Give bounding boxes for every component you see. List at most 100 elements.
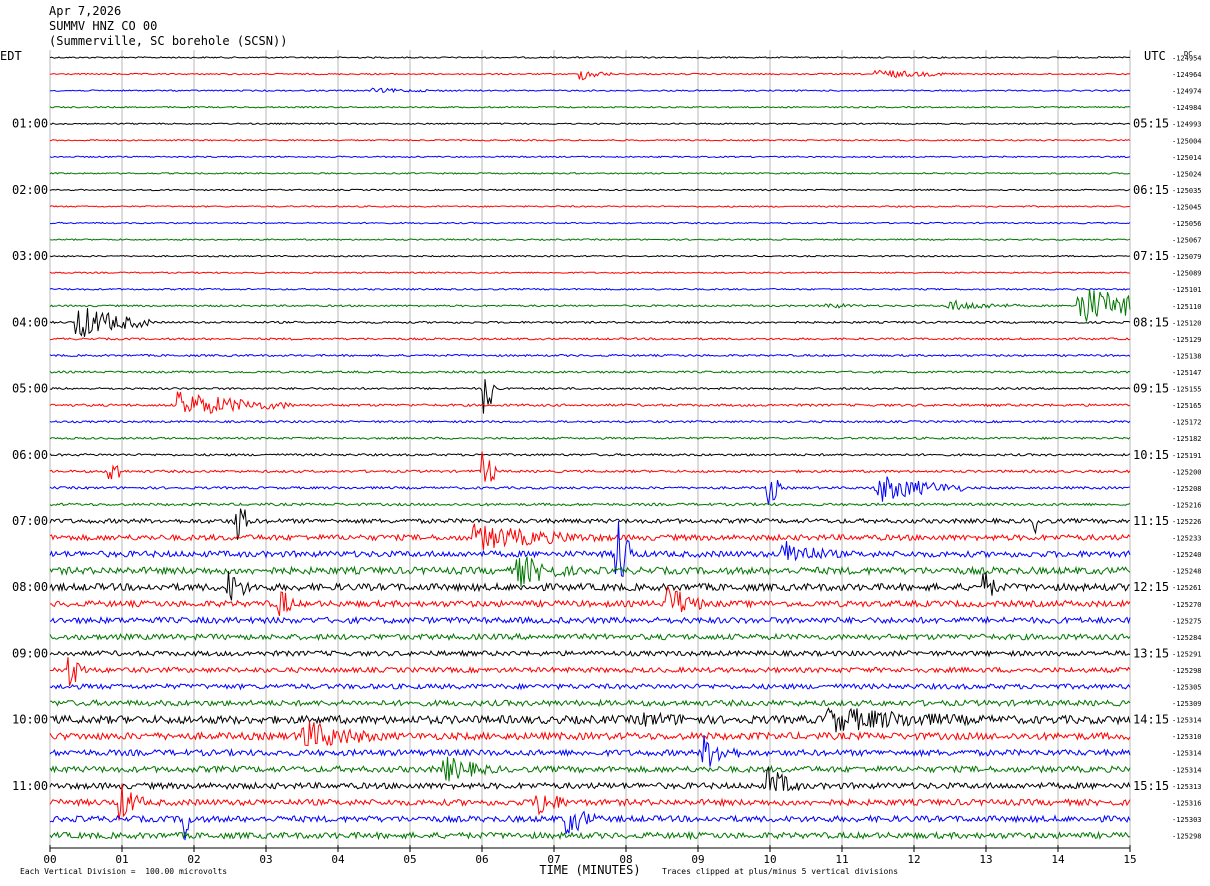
x-axis-title: TIME (MINUTES) [539,863,640,877]
dc-offset-label: -125314 [1172,766,1202,774]
left-hour-label: 09:00 [12,646,48,660]
x-tick-label: 09 [691,853,704,866]
x-tick-label: 06 [475,853,488,866]
dc-offset-label: -125120 [1172,319,1202,327]
left-hour-label: 08:00 [12,580,48,594]
trace-line [49,649,1131,658]
x-tick-label: 02 [187,853,200,866]
trace-line [49,122,1131,126]
vertical-grid [49,50,1131,848]
left-hour-label: 03:00 [12,249,48,263]
dc-offset-label: -125261 [1172,584,1202,592]
dc-label: DC [1184,50,1192,58]
dc-offset-label: -125165 [1172,402,1202,410]
x-tick-label: 15 [1123,853,1136,866]
dc-offset-label: -125079 [1172,253,1202,261]
left-hour-label: 06:00 [12,448,48,462]
dc-offset-label: -125056 [1172,220,1202,228]
trace-line [49,419,1131,424]
dc-offset-label: -125155 [1172,386,1202,394]
seismic-traces [49,56,1131,841]
dc-offset-label: -125172 [1172,419,1202,427]
dc-offset-label: -125233 [1172,535,1202,543]
dc-offset-label: -125316 [1172,799,1202,807]
x-tick-label: 11 [835,853,848,866]
dc-offset-label: -125200 [1172,468,1202,476]
dc-offset-label: -125275 [1172,617,1202,625]
right-hour-label: 14:15 [1133,713,1169,727]
trace-line [49,308,1131,337]
trace-line [49,571,1131,601]
trace-line [49,254,1131,258]
x-tick-label: 01 [115,853,128,866]
right-hour-label: 06:15 [1133,183,1169,197]
dc-offset-label: -125291 [1172,650,1202,658]
x-tick-label: 03 [259,853,272,866]
trace-line [49,87,1131,94]
trace-line [49,451,1131,482]
left-hour-label: 02:00 [12,183,48,197]
trace-line [49,707,1131,733]
trace-line [49,391,1131,414]
dc-offset-label: -124993 [1172,121,1202,129]
dc-offset-label: -125313 [1172,783,1202,791]
left-hour-label: 07:00 [12,514,48,528]
right-hour-label: 12:15 [1133,580,1169,594]
x-tick-label: 00 [43,853,56,866]
trace-line [49,379,1131,414]
left-hour-label: 04:00 [12,315,48,329]
right-hour-label: 08:15 [1133,315,1169,329]
dc-offset-label: -125067 [1172,237,1202,245]
dc-offset-label: -125305 [1172,684,1202,692]
dc-offset-label: -125147 [1172,369,1202,377]
dc-offset-label: -125014 [1172,154,1202,162]
trace-line [49,287,1131,291]
dc-offset-label: -125089 [1172,270,1202,278]
clip-note: Traces clipped at plus/minus 5 vertical … [662,867,899,876]
x-tick-label: 14 [1051,853,1065,866]
dc-offset-label: -125226 [1172,518,1202,526]
trace-line [49,205,1131,208]
trace-line [49,221,1131,225]
right-hour-label: 15:15 [1133,779,1169,793]
dc-offset-label: -125248 [1172,568,1202,576]
dc-offset-label: -125045 [1172,203,1202,211]
dc-offset-label: -124964 [1172,71,1202,79]
dc-offset-label: -125314 [1172,750,1202,758]
dc-offset-label: -125310 [1172,733,1202,741]
dc-offset-label: -125035 [1172,187,1202,195]
trace-line [49,615,1131,625]
dc-offset-label: -125138 [1172,352,1202,360]
dc-offset-label: -125129 [1172,336,1202,344]
dc-offset-label: -125101 [1172,286,1202,294]
dc-offset-label: -125298 [1172,667,1202,675]
trace-line [49,632,1131,642]
dc-offset-label: -125270 [1172,601,1202,609]
dc-offset-label: -125208 [1172,485,1202,493]
x-tick-label: 10 [763,853,776,866]
trace-line [49,756,1131,782]
right-hour-label: 09:15 [1133,382,1169,396]
scale-note: Each Vertical Division = 100.00 microvol… [20,867,228,876]
trace-line [49,556,1131,587]
left-hour-label: 11:00 [12,779,48,793]
trace-line [49,56,1131,59]
left-hour-label: 10:00 [12,713,48,727]
dc-offset-label: -125004 [1172,137,1202,145]
trace-line [49,476,1131,505]
right-hour-label: 07:15 [1133,249,1169,263]
dc-offset-label: -125191 [1172,452,1202,460]
trace-line [49,188,1131,192]
trace-line [49,766,1131,792]
dc-offset-label: -125216 [1172,501,1202,509]
dc-offset-label: -125110 [1172,303,1202,311]
left-hour-label: 01:00 [12,117,48,131]
right-hour-label: 13:15 [1133,646,1169,660]
helicorder-plot: 00 01 02 03 04 05 06 07 08 09 10 11 12 13 14 15-124954-… [0,49,1202,877]
dc-offset-label: -125314 [1172,717,1202,725]
dc-offset-label: -125240 [1172,551,1202,559]
trace-line [49,138,1131,142]
x-tick-label: 12 [907,853,920,866]
dc-offset-label: -125024 [1172,170,1202,178]
trace-line [49,289,1131,322]
